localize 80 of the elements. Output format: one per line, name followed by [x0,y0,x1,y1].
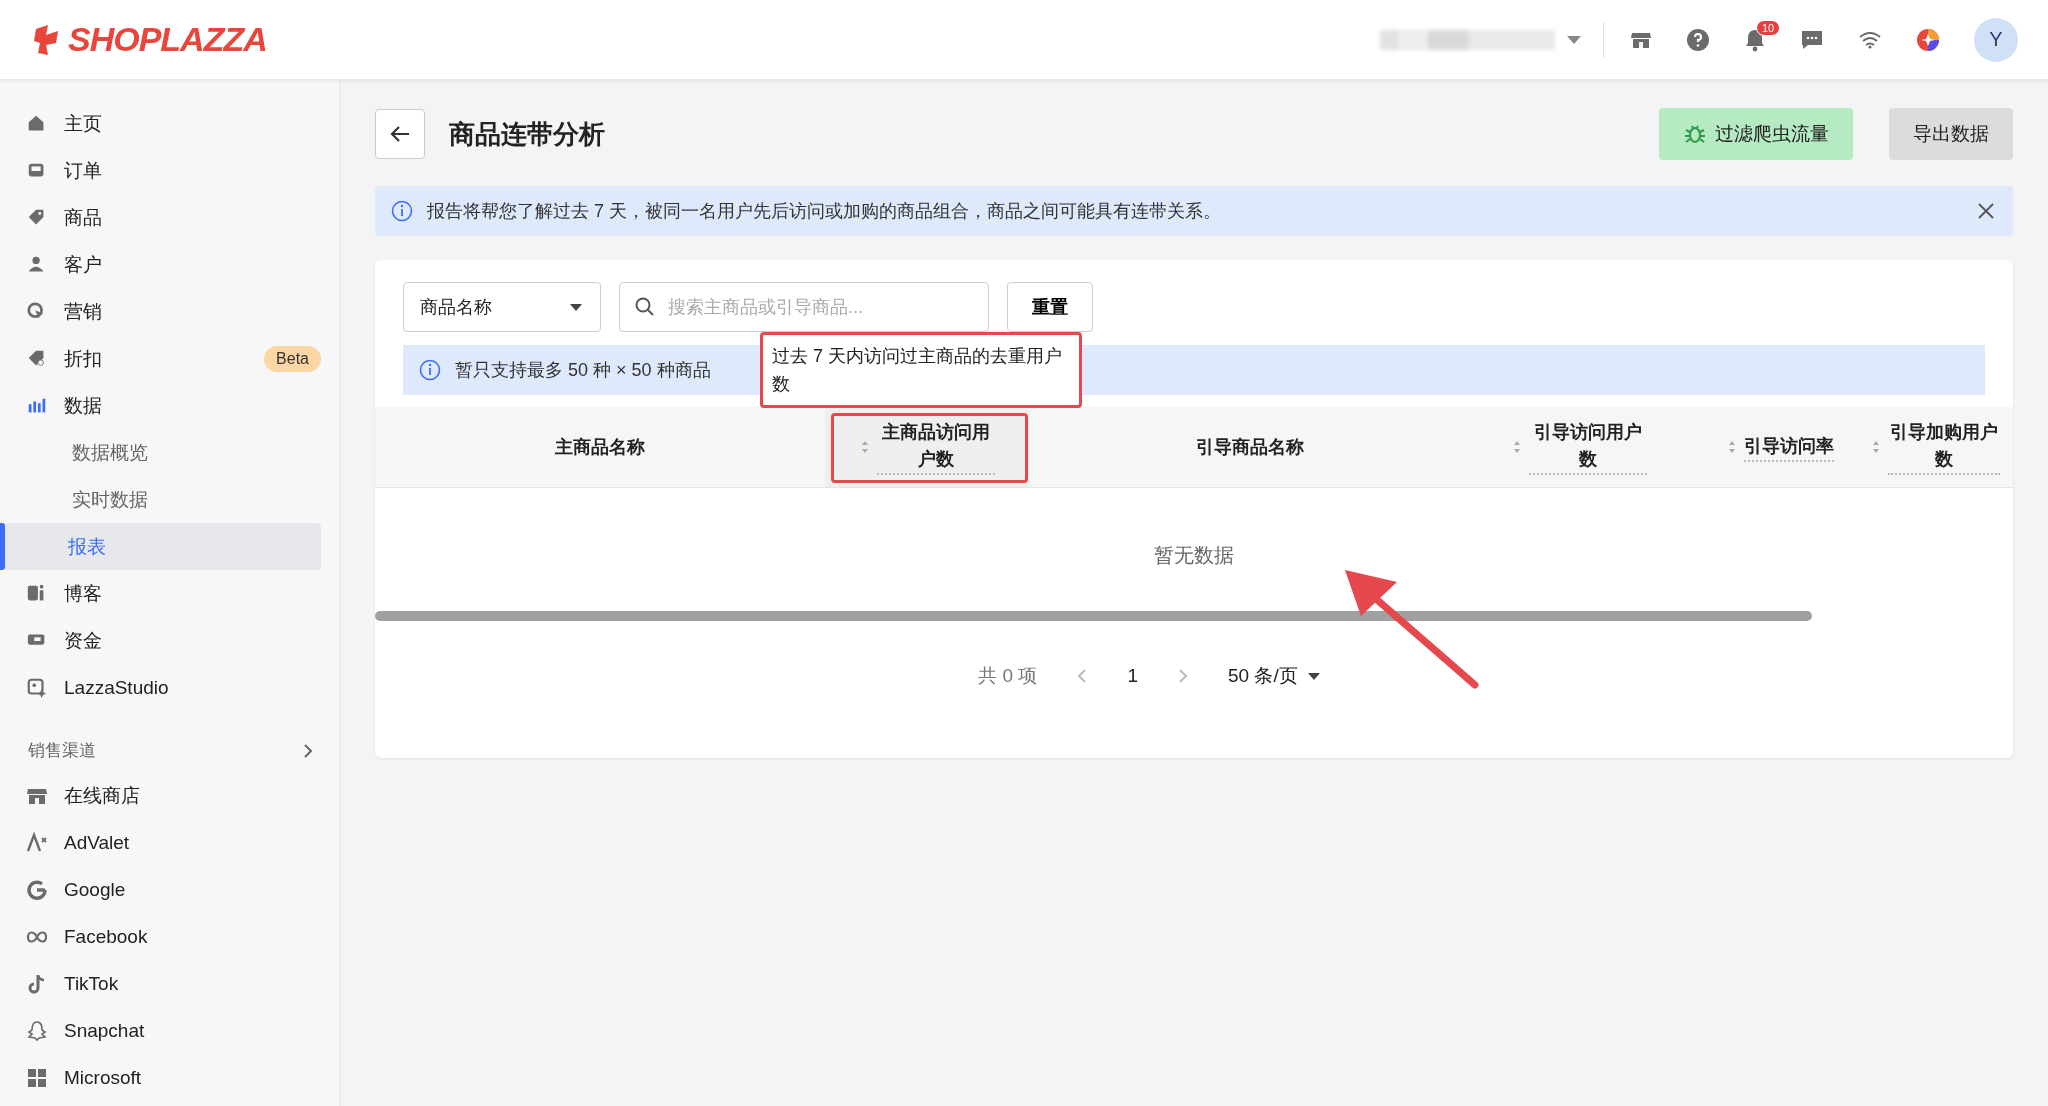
sidebar-item[interactable]: 博客 [0,570,321,617]
sidebar-subitem[interactable]: 报表 [4,523,321,570]
sidebar-label: Facebook [64,925,148,948]
chat-icon[interactable] [1800,28,1824,51]
sidebar-item[interactable]: 折扣 Beta [0,335,321,382]
sidebar-label: LazzaStudio [64,676,169,699]
caret-icon [1307,672,1320,680]
sidebar-item[interactable]: 在线商店 [0,772,321,819]
filter-traffic-button[interactable]: 过滤爬虫流量 [1659,108,1853,160]
sidebar-subitem[interactable]: 实时数据 [4,476,321,523]
channel-icon [26,1066,48,1089]
channel-icon [26,878,48,901]
column-header[interactable]: 引导商品名称 [1196,433,1304,461]
sidebar-label: 客户 [64,252,102,277]
sidebar-item[interactable]: 订单 [0,147,321,194]
wifi-icon[interactable] [1858,30,1882,49]
sidebar-item[interactable]: Microsoft [0,1054,321,1101]
back-arrow-icon [389,125,411,143]
close-icon[interactable] [1977,202,1995,220]
search-icon [635,297,655,317]
sidebar-label: 折扣 [64,346,102,371]
search-field[interactable]: 搜索主商品或引导商品... [619,282,989,332]
info-icon [419,359,441,381]
sidebar-label: TikTok [64,972,119,995]
channel-icon [26,1019,48,1042]
sidebar-label: 在线商店 [64,783,140,808]
sidebar-label: 数据 [64,393,102,418]
sidebar-item[interactable]: 商品 [0,194,321,241]
banner-text: 报告将帮您了解过去 7 天，被同一名用户先后访问或加购的商品组合，商品之间可能具有连带关系。 [427,200,1221,223]
reset-button[interactable]: 重置 [1007,282,1093,332]
back-button[interactable] [375,109,425,159]
user-avatar[interactable]: Y [1974,17,2018,62]
caret-icon[interactable] [1567,35,1581,44]
channel-icon [26,831,48,854]
sidebar-item[interactable]: 客户 [0,241,321,288]
sidebar-item[interactable]: 资金 [0,617,321,664]
horizontal-scrollbar[interactable] [375,611,1812,621]
empty-state-text: 暂无数据 [1153,543,1235,568]
sidebar-label: 订单 [64,158,102,183]
sidebar-item[interactable]: 主页 [0,100,321,147]
logo-text: SHOPLAZZA [68,20,267,59]
column-header[interactable]: 主商品名称 [555,433,645,461]
notification-badge: 10 [1756,19,1781,36]
page-size-select[interactable]: 50 条/页 [1228,663,1320,689]
column-header[interactable]: 引导访问率 [1744,432,1834,462]
column-header[interactable]: 引导加购用户数 [1888,419,2000,475]
sidebar-label: 营销 [64,299,102,324]
section-heading: 销售渠道 [28,740,96,762]
notice-text: 暂只支持最多 50 种 × 50 种商品 [455,359,711,382]
sidebar-item[interactable]: Facebook [0,913,321,960]
info-icon [391,200,413,222]
sidebar-item[interactable]: Snapchat [0,1007,321,1054]
sidebar-item[interactable]: Google [0,866,321,913]
sidebar-item[interactable]: LazzaStudio [0,664,321,711]
filter-select[interactable]: 商品名称 [403,282,601,332]
sidebar-label: Snapchat [64,1019,145,1042]
sidebar-item[interactable]: AdValet [0,819,321,866]
sidebar-item[interactable]: 营销 [0,288,321,335]
column-header[interactable]: 引导访问用户数 [1529,419,1647,475]
total-count: 共 0 项 [978,664,1038,688]
page-title: 商品连带分析 [449,117,605,151]
sidebar-label: 资金 [64,628,102,653]
sidebar-item[interactable]: TikTok [0,960,321,1007]
page-number[interactable]: 1 [1127,665,1138,687]
export-button[interactable]: 导出数据 [1889,108,2013,160]
caret-icon [570,303,582,311]
beta-tag: Beta [264,345,321,372]
sidebar-label: Google [64,878,126,901]
sidebar-label: 博客 [64,581,102,606]
sidebar-item[interactable]: 数据 [0,382,321,429]
sidebar-subitem[interactable]: 数据概览 [4,429,321,476]
sidebar-label: 主页 [64,111,102,136]
chevron-right-icon[interactable] [303,742,313,759]
sidebar-label: 商品 [64,205,102,230]
sidebar-label: AdValet [64,831,130,854]
colorful-app-icon[interactable] [1916,27,1940,52]
help-icon[interactable] [1686,27,1710,52]
sidebar-label: Microsoft [64,1066,142,1089]
nav-icon [26,676,48,699]
tooltip: 过去 7 天内访问过主商品的去重用户数 [760,332,1082,408]
